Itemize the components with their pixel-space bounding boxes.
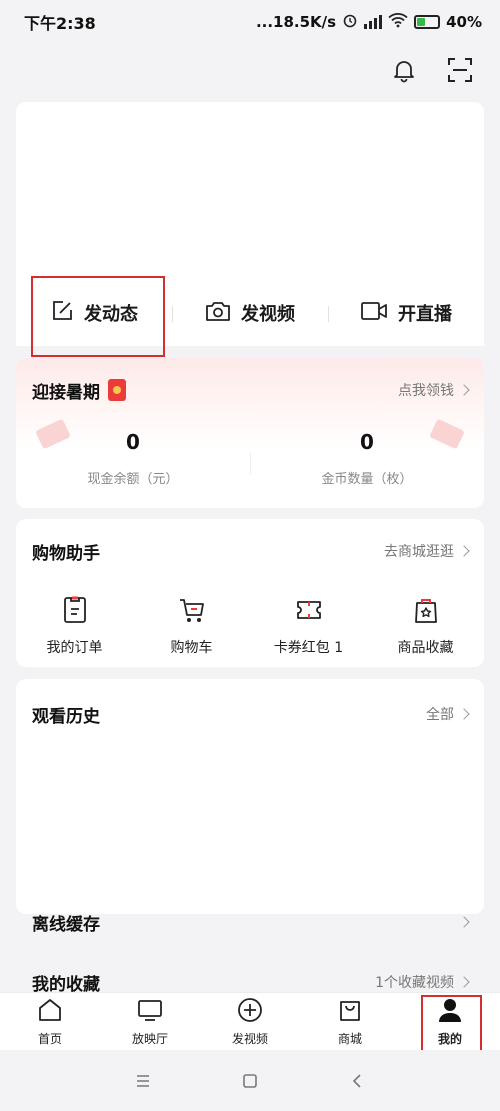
summer-title: 迎接暑期 bbox=[32, 382, 100, 403]
shopping-bag-icon bbox=[337, 997, 363, 1026]
header-actions bbox=[390, 56, 474, 84]
edit-icon bbox=[50, 299, 74, 328]
person-icon bbox=[437, 997, 463, 1026]
post-moment-label: 发动态 bbox=[84, 304, 138, 325]
alarm-icon bbox=[342, 12, 358, 32]
history-header: 观看历史 全部 bbox=[16, 679, 484, 749]
post-video-label: 发视频 bbox=[241, 304, 295, 325]
cart-icon bbox=[178, 595, 206, 629]
shop-title: 购物助手 bbox=[32, 543, 100, 564]
back-icon[interactable] bbox=[347, 1071, 367, 1091]
bell-icon[interactable] bbox=[390, 56, 418, 84]
wallet-stats: 0 现金余额（元） 0 金币数量（枚） bbox=[16, 430, 484, 487]
system-nav-bar bbox=[0, 1050, 500, 1111]
shop-header: 购物助手 去商城逛逛 bbox=[16, 519, 484, 583]
cash-value: 0 bbox=[126, 430, 140, 454]
favorites-label: 商品收藏 bbox=[397, 640, 454, 656]
signal-icon bbox=[364, 15, 383, 29]
tab-home[interactable]: 首页 bbox=[0, 993, 100, 1050]
tab-mine-label: 我的 bbox=[437, 1031, 462, 1046]
status-icons: ...18.5K/s 40% bbox=[256, 12, 482, 32]
chevron-right-icon bbox=[458, 976, 470, 988]
shop-items: 我的订单 购物车 卡券红包 1 商品收藏 bbox=[16, 583, 484, 657]
my-orders-button[interactable]: 我的订单 bbox=[16, 595, 133, 657]
go-to-mall-link[interactable]: 去商城逛逛 bbox=[384, 541, 470, 561]
claim-money-link[interactable]: 点我领钱 bbox=[398, 380, 470, 400]
quick-actions: 发动态 发视频 开直播 bbox=[16, 280, 484, 346]
watch-history-card: 观看历史 全部 bbox=[16, 679, 484, 914]
tab-mine[interactable]: 我的 bbox=[400, 993, 500, 1050]
my-orders-label: 我的订单 bbox=[46, 640, 103, 656]
stats-divider bbox=[250, 452, 251, 474]
camera-icon bbox=[205, 299, 231, 328]
tv-icon bbox=[137, 997, 163, 1026]
chevron-right-icon bbox=[458, 708, 470, 720]
tab-mall-label: 商城 bbox=[337, 1031, 362, 1046]
home-icon bbox=[37, 997, 63, 1026]
chevron-right-icon bbox=[458, 545, 470, 557]
order-icon bbox=[61, 595, 89, 629]
plus-circle-icon bbox=[237, 997, 263, 1026]
claim-money-label: 点我领钱 bbox=[398, 383, 454, 399]
favorites-button[interactable]: 商品收藏 bbox=[367, 595, 484, 657]
post-video-button[interactable]: 发视频 bbox=[172, 280, 328, 346]
tab-theater-label: 放映厅 bbox=[131, 1031, 168, 1046]
cash-label: 现金余额（元） bbox=[87, 472, 179, 487]
collection-count: 1个收藏视频 bbox=[375, 975, 454, 991]
coins-value: 0 bbox=[360, 430, 374, 454]
summer-header: 迎接暑期 点我领钱 bbox=[16, 358, 484, 422]
go-to-mall-label: 去商城逛逛 bbox=[384, 544, 454, 560]
coin-balance[interactable]: 0 金币数量（枚） bbox=[250, 430, 484, 487]
shopping-assistant-card: 购物助手 去商城逛逛 我的订单 购物车 卡券红包 1 商品收藏 bbox=[16, 519, 484, 667]
coupons-label: 卡券红包 1 bbox=[273, 640, 344, 656]
video-camera-icon bbox=[360, 299, 388, 328]
bottom-tab-bar: 首页 放映厅 发视频 商城 我的 bbox=[0, 992, 500, 1050]
tab-mall[interactable]: 商城 bbox=[300, 993, 400, 1050]
history-all-link[interactable]: 全部 bbox=[426, 704, 470, 724]
summer-card: 迎接暑期 点我领钱 0 现金余额（元） 0 金币数量（枚） bbox=[16, 358, 484, 508]
tab-home-label: 首页 bbox=[37, 1031, 62, 1046]
red-packet-icon bbox=[108, 379, 126, 401]
home-square-icon[interactable] bbox=[240, 1071, 260, 1091]
collection-title: 我的收藏 bbox=[32, 974, 100, 995]
history-title: 观看历史 bbox=[32, 706, 100, 727]
go-live-label: 开直播 bbox=[398, 304, 452, 325]
cash-balance[interactable]: 0 现金余额（元） bbox=[16, 430, 250, 487]
offline-cache-row[interactable]: 离线缓存 bbox=[16, 904, 484, 940]
tab-post-video-label: 发视频 bbox=[231, 1031, 268, 1046]
battery-percent: 40% bbox=[446, 13, 482, 31]
tab-post-video[interactable]: 发视频 bbox=[200, 993, 300, 1050]
post-moment-button[interactable]: 发动态 bbox=[16, 280, 172, 346]
coupons-button[interactable]: 卡券红包 1 bbox=[250, 595, 367, 657]
cart-label: 购物车 bbox=[170, 640, 213, 656]
chevron-right-icon bbox=[458, 384, 470, 396]
history-all-label: 全部 bbox=[426, 707, 454, 723]
network-speed: ...18.5K/s bbox=[255, 13, 337, 31]
chevron-right-icon bbox=[458, 916, 470, 928]
menu-icon[interactable] bbox=[133, 1071, 153, 1091]
offline-title: 离线缓存 bbox=[32, 914, 100, 935]
battery-icon bbox=[414, 15, 441, 29]
wifi-icon bbox=[388, 12, 408, 32]
scan-icon[interactable] bbox=[446, 56, 474, 84]
coupon-icon bbox=[295, 595, 323, 629]
cart-button[interactable]: 购物车 bbox=[133, 595, 250, 657]
tab-theater[interactable]: 放映厅 bbox=[100, 993, 200, 1050]
favorite-bag-icon bbox=[412, 595, 440, 629]
collection-link: 1个收藏视频 bbox=[375, 972, 470, 992]
go-live-button[interactable]: 开直播 bbox=[328, 280, 484, 346]
status-time: 下午2:38 bbox=[24, 14, 96, 33]
status-bar: 下午2:38 ...18.5K/s 40% bbox=[0, 0, 500, 44]
coins-label: 金币数量（枚） bbox=[321, 472, 413, 487]
